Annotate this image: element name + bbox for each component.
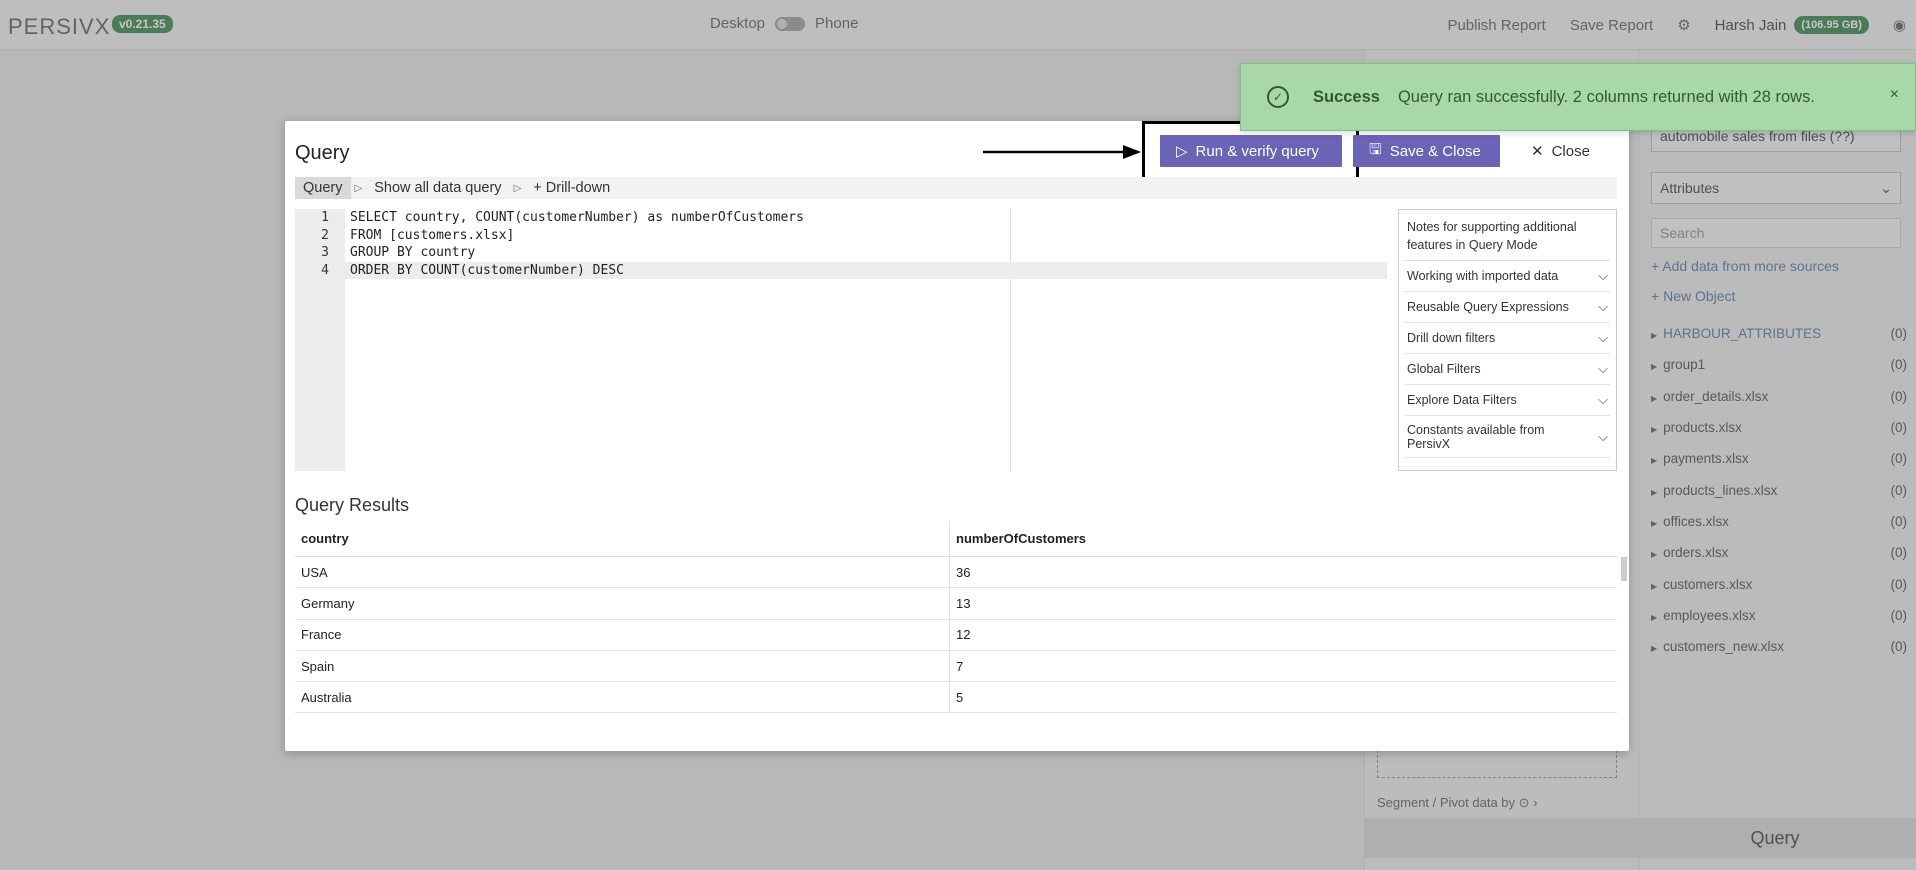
toast-message: Query ran successfully. 2 columns return… xyxy=(1397,87,1815,106)
line-number: 2 xyxy=(321,227,329,243)
close-icon[interactable]: × xyxy=(1890,86,1899,104)
note-item[interactable]: Working with imported data ⌵ xyxy=(1405,261,1610,292)
close-icon: ✕ xyxy=(1531,143,1544,160)
modal-title: Query xyxy=(295,142,350,164)
query-modal: Query ▷ Run & verify query 🖫 Save & Clos… xyxy=(285,121,1629,751)
code-line[interactable]: FROM [customers.xlsx] xyxy=(345,227,1387,245)
table-cell: Spain xyxy=(295,650,950,682)
chevron-down-icon: ⌵ xyxy=(1598,268,1608,283)
chevron-down-icon: ⌵ xyxy=(1598,330,1608,345)
table-cell: 13 xyxy=(956,595,971,611)
chevron-down-icon: ⌵ xyxy=(1598,428,1608,444)
note-item[interactable]: Explore Data Filters ⌵ xyxy=(1405,385,1610,416)
table-row: USA 36 xyxy=(295,557,1617,589)
table-cell: Germany xyxy=(295,588,950,619)
table-row: Spain 7 xyxy=(295,650,1617,683)
check-circle-icon: ✓ xyxy=(1267,86,1289,108)
column-header[interactable]: numberOfCustomers xyxy=(950,521,1617,556)
line-number: 1 xyxy=(321,210,329,225)
tab-drill-down[interactable]: + Drill-down xyxy=(525,177,618,199)
close-label: Close xyxy=(1551,142,1590,160)
query-tabs: Query ▷ Show all data query ▷ + Drill-do… xyxy=(295,177,1617,199)
table-cell: Australia xyxy=(295,682,950,713)
chevron-right-icon: ▷ xyxy=(354,182,363,194)
table-row: France 12 xyxy=(295,619,1617,651)
query-editor[interactable]: 1 2 3 4 SELECT country, COUNT(customerNu… xyxy=(295,209,1387,471)
column-header[interactable]: country xyxy=(295,521,950,556)
results-table: country numberOfCustomers USA 36 Germany… xyxy=(295,521,1617,714)
note-item[interactable]: Drill down filters ⌵ xyxy=(1405,323,1610,354)
save-close-label: Save & Close xyxy=(1389,142,1481,160)
save-icon: 🖫 xyxy=(1369,140,1382,158)
tab-query[interactable]: Query xyxy=(295,177,351,199)
note-item[interactable]: Reusable Query Expressions ⌵ xyxy=(1405,292,1610,323)
code-line[interactable]: GROUP BY country xyxy=(345,244,1387,262)
tab-show-all-data-query[interactable]: Show all data query xyxy=(366,177,509,199)
table-cell: 12 xyxy=(956,627,971,643)
notes-panel: Notes for supporting additional features… xyxy=(1398,209,1617,471)
table-cell: 7 xyxy=(956,658,964,674)
chevron-right-icon: ▷ xyxy=(513,182,522,194)
results-title: Query Results xyxy=(295,495,410,515)
chevron-down-icon: ⌵ xyxy=(1598,299,1608,314)
table-cell: 5 xyxy=(956,689,964,705)
code-line[interactable]: SELECT country, COUNT(customerNumber) as… xyxy=(345,209,1387,227)
run-verify-label: Run & verify query xyxy=(1195,142,1319,160)
save-close-button[interactable]: 🖫 Save & Close xyxy=(1353,135,1500,167)
line-number: 3 xyxy=(321,245,329,260)
toast-title: Success xyxy=(1313,87,1380,106)
table-cell: France xyxy=(295,619,950,650)
table-row: Germany 13 xyxy=(295,588,1617,620)
note-item[interactable]: Global Filters ⌵ xyxy=(1405,354,1610,385)
play-icon: ▷ xyxy=(1176,143,1188,160)
chevron-down-icon: ⌵ xyxy=(1598,392,1608,407)
table-cell: 36 xyxy=(956,564,971,580)
line-number: 4 xyxy=(321,262,329,278)
note-item[interactable]: Constants available from PersivX ⌵ xyxy=(1405,416,1610,458)
code-area[interactable]: SELECT country, COUNT(customerNumber) as… xyxy=(345,209,1387,279)
table-header: country numberOfCustomers xyxy=(295,521,1617,557)
close-button[interactable]: ✕ Close xyxy=(1515,135,1605,167)
line-number-gutter: 1 2 3 4 xyxy=(295,209,345,471)
run-verify-query-button[interactable]: ▷ Run & verify query xyxy=(1160,135,1342,167)
code-line-current[interactable]: ORDER BY COUNT(customerNumber) DESC xyxy=(345,261,1387,279)
results-scrollbar[interactable] xyxy=(1621,557,1627,581)
table-cell: USA xyxy=(295,557,950,588)
table-row: Australia 5 xyxy=(295,682,1617,714)
notes-header: Notes for supporting additional features… xyxy=(1405,214,1610,261)
success-toast: ✓ Success Query ran successfully. 2 colu… xyxy=(1240,63,1916,131)
arrow-annotation-icon xyxy=(983,145,1141,159)
chevron-down-icon: ⌵ xyxy=(1598,361,1608,376)
